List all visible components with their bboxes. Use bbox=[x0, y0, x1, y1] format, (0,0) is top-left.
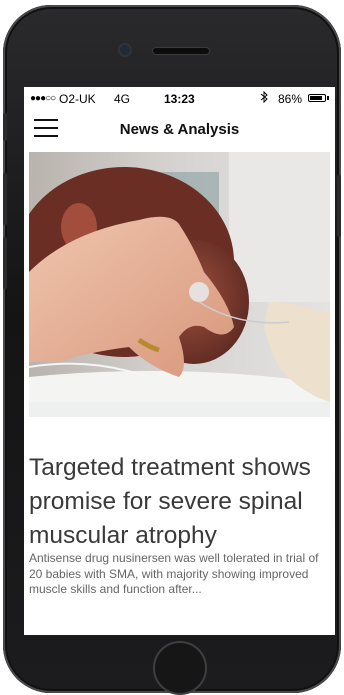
clock: 13:23 bbox=[164, 92, 195, 106]
power-button bbox=[337, 175, 341, 237]
battery-percent: 86% bbox=[278, 92, 303, 106]
battery-icon bbox=[308, 94, 326, 102]
phone-screen: ●●●○○ O2-UK 4G 13:23 86% News & Analysis bbox=[24, 87, 335, 635]
volume-up-button bbox=[3, 173, 7, 225]
battery-fill bbox=[310, 96, 323, 100]
front-camera bbox=[120, 45, 130, 55]
home-button[interactable] bbox=[153, 641, 207, 695]
mute-switch bbox=[3, 113, 7, 141]
signal-strength: ●●●○○ bbox=[30, 93, 56, 104]
bluetooth-icon bbox=[260, 90, 268, 106]
article-headline[interactable]: Targeted treatment shows promise for sev… bbox=[29, 451, 334, 553]
page-title: News & Analysis bbox=[119, 121, 240, 138]
nav-bar: News & Analysis bbox=[24, 109, 335, 149]
phone-frame: ●●●○○ O2-UK 4G 13:23 86% News & Analysis bbox=[3, 5, 341, 695]
earpiece-speaker bbox=[153, 48, 209, 54]
battery-tip bbox=[327, 96, 329, 100]
article-summary[interactable]: Antisense drug nusinersen was well toler… bbox=[29, 551, 332, 598]
volume-down-button bbox=[3, 237, 7, 289]
carrier-name: O2-UK bbox=[59, 92, 96, 106]
network-type: 4G bbox=[114, 92, 131, 106]
status-bar: ●●●○○ O2-UK 4G 13:23 86% bbox=[24, 87, 335, 109]
article-hero-image[interactable] bbox=[29, 152, 330, 417]
